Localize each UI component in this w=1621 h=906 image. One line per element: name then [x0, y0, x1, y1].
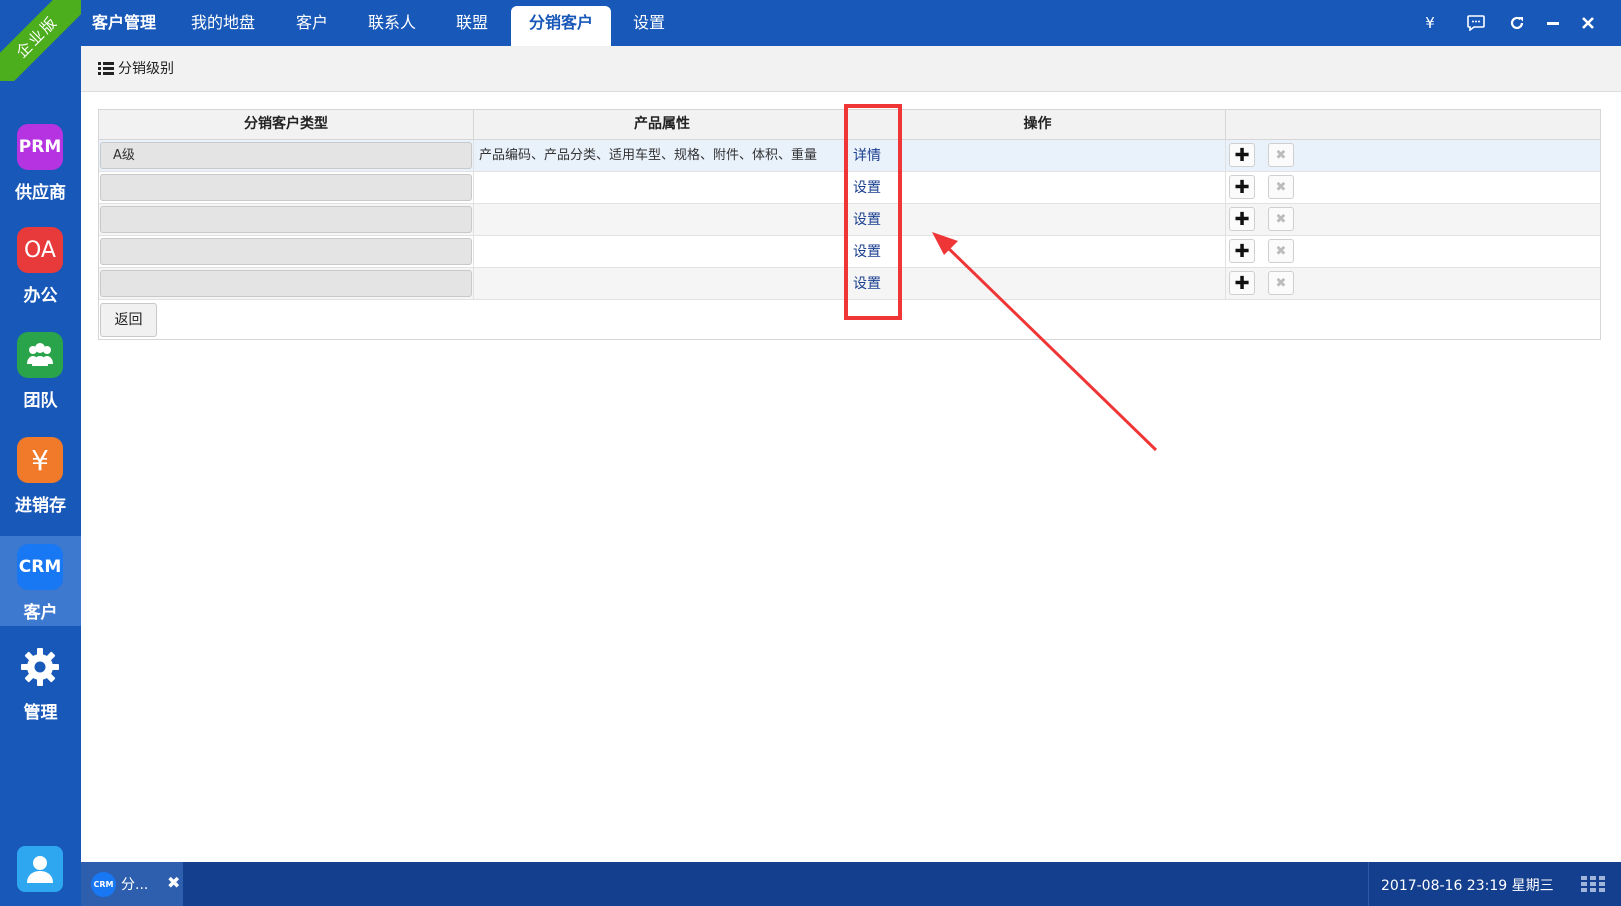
settings-link[interactable]: 设置: [853, 241, 881, 261]
add-row-button[interactable]: ✚: [1229, 175, 1255, 199]
gear-icon: [17, 644, 63, 690]
add-row-button[interactable]: ✚: [1229, 239, 1255, 263]
app-sidebar: 企业版 PRM 供应商 OA 办公 团队 ¥ 进销存 CRM 客户 管理: [0, 0, 81, 906]
toolbar-label: 分销级别: [118, 61, 174, 77]
back-button[interactable]: 返回: [100, 303, 157, 337]
customer-type-field[interactable]: [100, 270, 472, 297]
delete-row-button[interactable]: ✖: [1268, 175, 1294, 199]
sidebar-item-label: 供应商: [15, 183, 66, 203]
sidebar-item-crm[interactable]: CRM 客户: [0, 536, 81, 626]
minimize-icon[interactable]: [1542, 12, 1564, 34]
taskbar: CRM 分... ✖ 2017-08-16 23:19 星期三: [81, 862, 1621, 906]
apps-grid-icon[interactable]: [1581, 876, 1605, 892]
close-icon[interactable]: [1577, 12, 1599, 34]
column-header-buttons: [1226, 110, 1600, 140]
customer-type-field[interactable]: [100, 206, 472, 233]
settings-link[interactable]: 设置: [853, 209, 881, 229]
delete-row-button[interactable]: ✖: [1268, 239, 1294, 263]
table-row: 设置 ✚ ✖: [99, 204, 1600, 236]
prm-icon: PRM: [17, 124, 63, 170]
distribution-level-link[interactable]: 分销级别: [98, 58, 174, 78]
list-icon: [98, 62, 114, 75]
team-icon: [17, 332, 63, 378]
column-header-properties: 产品属性: [474, 110, 850, 140]
crm-icon: CRM: [91, 871, 116, 897]
add-row-button[interactable]: ✚: [1229, 207, 1255, 231]
sidebar-item-team[interactable]: 团队: [0, 318, 81, 418]
user-icon[interactable]: [17, 846, 63, 892]
sidebar-item-label: 进销存: [15, 496, 66, 516]
table-row: 设置 ✚ ✖: [99, 172, 1600, 204]
taskbar-item-label: 分...: [121, 877, 149, 893]
tab-contacts[interactable]: 联系人: [368, 0, 416, 46]
chat-icon[interactable]: [1465, 12, 1487, 34]
distribution-level-table: 分销客户类型 产品属性 操作 A级 产品编码、产品分类、适用车型、规格、附件、体…: [98, 109, 1601, 340]
edition-label: 企业版: [0, 0, 81, 81]
column-header-actions: 操作: [850, 110, 1226, 140]
oa-icon: OA: [17, 227, 63, 273]
customer-type-field[interactable]: [100, 238, 472, 265]
delete-row-button[interactable]: ✖: [1268, 143, 1294, 167]
sidebar-item-label: 客户: [23, 603, 58, 623]
add-row-button[interactable]: ✚: [1229, 143, 1255, 167]
sidebar-item-supplier[interactable]: PRM 供应商: [0, 110, 81, 210]
tab-customers[interactable]: 客户: [296, 0, 328, 46]
taskbar-item-crm[interactable]: CRM 分... ✖: [81, 862, 183, 906]
refresh-icon[interactable]: [1506, 12, 1528, 34]
product-properties: 产品编码、产品分类、适用车型、规格、附件、体积、重量: [479, 148, 818, 163]
clock: 2017-08-16 23:19 星期三: [1381, 878, 1554, 894]
table-row: 设置 ✚ ✖: [99, 236, 1600, 268]
sidebar-item-label: 管理: [23, 703, 58, 723]
sidebar-item-admin[interactable]: 管理: [0, 630, 81, 730]
table-row: 设置 ✚ ✖: [99, 268, 1600, 300]
delete-row-button[interactable]: ✖: [1268, 207, 1294, 231]
details-link[interactable]: 详情: [853, 145, 881, 165]
yen-icon: ¥: [17, 437, 63, 483]
crm-icon: CRM: [17, 544, 63, 590]
content-toolbar: 分销级别: [81, 46, 1621, 92]
currency-button[interactable]: ¥: [1419, 12, 1441, 34]
column-header-type: 分销客户类型: [99, 110, 474, 140]
customer-type-field[interactable]: A级: [100, 142, 472, 169]
tab-settings[interactable]: 设置: [633, 0, 665, 46]
sidebar-item-office[interactable]: OA 办公: [0, 213, 81, 313]
table-row: A级 产品编码、产品分类、适用车型、规格、附件、体积、重量 详情 ✚ ✖: [99, 140, 1600, 172]
settings-link[interactable]: 设置: [853, 273, 881, 293]
top-navigation: 客户管理 我的地盘 客户 联系人 联盟 分销客户 设置 ¥: [81, 0, 1621, 46]
tab-customer-management[interactable]: 客户管理: [92, 0, 156, 46]
tab-alliance[interactable]: 联盟: [456, 0, 488, 46]
sidebar-item-label: 办公: [23, 286, 58, 306]
tab-distribution-customers[interactable]: 分销客户: [511, 6, 611, 46]
settings-link[interactable]: 设置: [853, 177, 881, 197]
sidebar-item-inventory[interactable]: ¥ 进销存: [0, 423, 81, 523]
tab-my-territory[interactable]: 我的地盘: [191, 0, 255, 46]
sidebar-item-label: 团队: [23, 391, 58, 411]
edition-ribbon: 企业版: [0, 0, 81, 81]
close-task-icon[interactable]: ✖: [167, 873, 180, 892]
delete-row-button[interactable]: ✖: [1268, 271, 1294, 295]
add-row-button[interactable]: ✚: [1229, 271, 1255, 295]
customer-type-field[interactable]: [100, 174, 472, 201]
